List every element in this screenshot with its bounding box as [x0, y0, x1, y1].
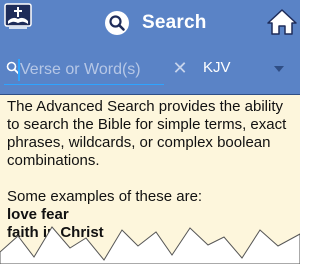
torn-edge — [0, 226, 300, 264]
home-icon[interactable] — [266, 8, 298, 36]
clear-search-button[interactable]: ✕ — [172, 57, 188, 79]
page-title: Search — [142, 12, 207, 33]
search-magnifier-icon — [105, 11, 129, 35]
search-input[interactable] — [20, 58, 160, 82]
bible-app-logo-icon[interactable] — [3, 2, 33, 32]
title-group: Search — [104, 8, 207, 38]
help-description: The Advanced Search provides the ability… — [7, 98, 287, 169]
input-underline — [4, 84, 164, 85]
app-header: Search — [0, 0, 300, 46]
text-cursor — [18, 59, 20, 81]
bible-version-select[interactable]: KJV — [203, 59, 231, 76]
search-bar: ✕ KJV — [0, 46, 300, 95]
chevron-down-icon[interactable] — [274, 66, 284, 72]
